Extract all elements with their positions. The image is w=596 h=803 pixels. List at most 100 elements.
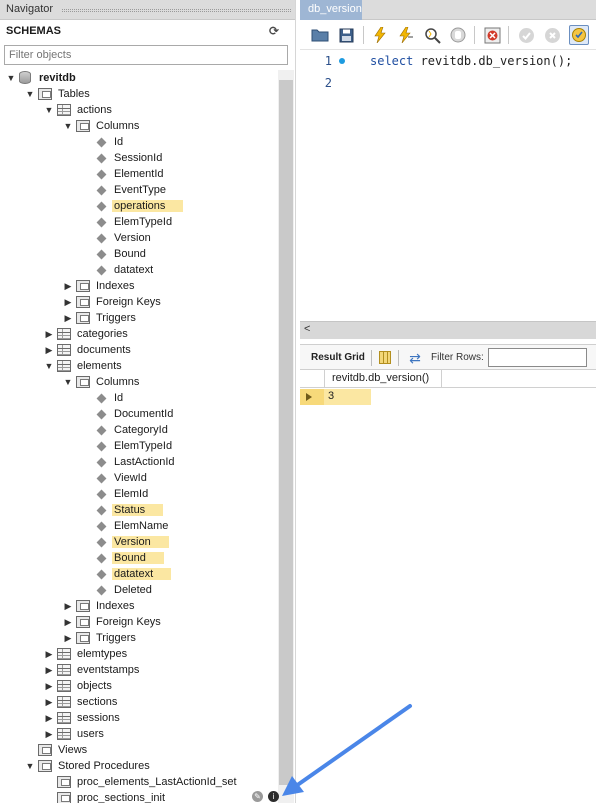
tree-item[interactable]: Status: [0, 502, 278, 518]
expand-down-icon[interactable]: ▼: [25, 86, 35, 102]
tree-item[interactable]: ▶ Foreign Keys: [0, 614, 278, 630]
tree-item[interactable]: ElemId: [0, 486, 278, 502]
tree-item[interactable]: Deleted: [0, 582, 278, 598]
execute-icon[interactable]: [370, 25, 390, 45]
expand-down-icon[interactable]: ▼: [63, 374, 73, 390]
result-grid-label[interactable]: Result Grid: [311, 352, 365, 363]
tab-db-version[interactable]: db_version: [300, 0, 362, 20]
tree-item[interactable]: Bound: [0, 246, 278, 262]
toggle-error-icon[interactable]: [482, 25, 502, 45]
tree-item-label: ElementId: [114, 166, 164, 182]
expand-right-icon[interactable]: ▶: [44, 710, 54, 726]
stop-icon[interactable]: [448, 25, 468, 45]
rollback-icon[interactable]: [542, 25, 562, 45]
horizontal-scroll-thumb[interactable]: [318, 325, 588, 336]
tree-item[interactable]: proc_elements_LastActionId_set: [0, 774, 278, 790]
panel-grip[interactable]: [62, 9, 291, 12]
tree-item[interactable]: ▶ sessions: [0, 710, 278, 726]
grid-corner-cell[interactable]: [300, 369, 325, 388]
tree-item[interactable]: ▶ eventstamps: [0, 662, 278, 678]
tree-item[interactable]: ▼ Columns: [0, 118, 278, 134]
tree-item[interactable]: ▶ Triggers: [0, 310, 278, 326]
tree-item[interactable]: Version: [0, 534, 278, 550]
tree-item[interactable]: DocumentId: [0, 406, 278, 422]
tree-item[interactable]: EventType: [0, 182, 278, 198]
scroll-left-icon[interactable]: <: [304, 323, 310, 335]
tree-item[interactable]: ▼ Stored Procedures: [0, 758, 278, 774]
column-header[interactable]: revitdb.db_version(): [325, 369, 442, 388]
sql-text: revitdb.db_version();: [413, 54, 573, 68]
tree-item[interactable]: Views: [0, 742, 278, 758]
tree-item[interactable]: Id: [0, 390, 278, 406]
tree-item[interactable]: Bound: [0, 550, 278, 566]
tree-item[interactable]: ElemName: [0, 518, 278, 534]
tree-item[interactable]: ▶ Indexes: [0, 278, 278, 294]
navigator-scrollbar[interactable]: [278, 70, 294, 803]
tree-item[interactable]: LastActionId: [0, 454, 278, 470]
expand-right-icon[interactable]: ▶: [44, 678, 54, 694]
expand-right-icon[interactable]: ▶: [63, 278, 73, 294]
tree-item[interactable]: proc_sections_init: [0, 790, 278, 803]
grid-icon[interactable]: [379, 351, 391, 364]
tree-item[interactable]: ▼ actions: [0, 102, 278, 118]
expand-right-icon[interactable]: ▶: [63, 630, 73, 646]
tree-item[interactable]: SessionId: [0, 150, 278, 166]
execute-current-icon[interactable]: [396, 25, 416, 45]
tree-item[interactable]: ▼ Tables: [0, 86, 278, 102]
tree-item[interactable]: datatext: [0, 262, 278, 278]
tree-item[interactable]: ViewId: [0, 470, 278, 486]
tree-item[interactable]: Version: [0, 230, 278, 246]
tree-item[interactable]: ▶ objects: [0, 678, 278, 694]
tree-item[interactable]: ▼ Columns: [0, 374, 278, 390]
refresh-results-icon[interactable]: ⇄: [406, 350, 424, 366]
expand-right-icon[interactable]: ▶: [44, 694, 54, 710]
tree-item[interactable]: Id: [0, 134, 278, 150]
expand-right-icon[interactable]: ▶: [63, 614, 73, 630]
tree-item[interactable]: ElementId: [0, 166, 278, 182]
expand-right-icon[interactable]: ▶: [63, 310, 73, 326]
tree-item[interactable]: CategoryId: [0, 422, 278, 438]
autocommit-icon[interactable]: [569, 25, 589, 45]
filter-objects-input[interactable]: [4, 45, 288, 65]
expand-down-icon[interactable]: ▼: [6, 70, 16, 86]
tree-item-label: Status: [112, 502, 164, 518]
expand-right-icon[interactable]: ▶: [44, 662, 54, 678]
tree-item[interactable]: ▶ Triggers: [0, 630, 278, 646]
object-info-icon[interactable]: ✎: [252, 791, 263, 802]
table-row[interactable]: 3: [300, 388, 596, 407]
expand-right-icon[interactable]: ▶: [44, 326, 54, 342]
tree-item[interactable]: ▶ Foreign Keys: [0, 294, 278, 310]
explain-icon[interactable]: [422, 25, 442, 45]
expand-down-icon[interactable]: ▼: [25, 758, 35, 774]
refresh-icon[interactable]: ⟳: [267, 24, 281, 38]
expand-right-icon[interactable]: ▶: [44, 342, 54, 358]
save-icon[interactable]: [336, 25, 356, 45]
tree-item[interactable]: ElemTypeId: [0, 438, 278, 454]
expand-right-icon[interactable]: ▶: [44, 726, 54, 742]
code-editor[interactable]: 1 select revitdb.db_version(); 2: [300, 50, 596, 320]
tree-item[interactable]: ▶ Indexes: [0, 598, 278, 614]
expand-down-icon[interactable]: ▼: [44, 102, 54, 118]
tree-item[interactable]: datatext: [0, 566, 278, 582]
tree-item[interactable]: ▶ categories: [0, 326, 278, 342]
tree-item[interactable]: ▶ elemtypes: [0, 646, 278, 662]
filter-rows-input[interactable]: [488, 348, 587, 367]
workbench-window: Navigator SCHEMAS ⟳ ▼ revitdb ▼ Tables ▼ acti…: [0, 0, 596, 803]
expand-down-icon[interactable]: ▼: [63, 118, 73, 134]
tree-item[interactable]: ▼ elements: [0, 358, 278, 374]
tree-item[interactable]: ▶ users: [0, 726, 278, 742]
tree-item[interactable]: ▶ documents: [0, 342, 278, 358]
tree-item[interactable]: operations: [0, 198, 278, 214]
session-info-icon[interactable]: i: [268, 791, 280, 802]
expand-right-icon[interactable]: ▶: [63, 598, 73, 614]
navigator-scroll-thumb[interactable]: [279, 80, 293, 785]
commit-icon[interactable]: [516, 25, 536, 45]
tree-item[interactable]: ▼ revitdb: [0, 70, 278, 86]
editor-horizontal-scrollbar[interactable]: <: [300, 321, 596, 339]
expand-down-icon[interactable]: ▼: [44, 358, 54, 374]
tree-item[interactable]: ElemTypeId: [0, 214, 278, 230]
open-folder-icon[interactable]: [310, 25, 330, 45]
expand-right-icon[interactable]: ▶: [63, 294, 73, 310]
expand-right-icon[interactable]: ▶: [44, 646, 54, 662]
tree-item[interactable]: ▶ sections: [0, 694, 278, 710]
